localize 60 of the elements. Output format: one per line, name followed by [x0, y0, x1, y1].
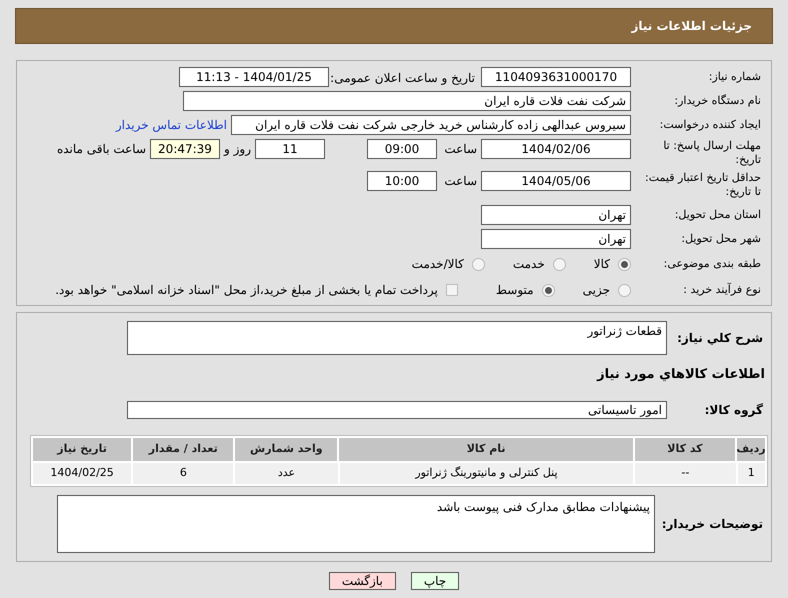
column-header: تعداد / مقدار	[133, 438, 234, 461]
field-label: متوسط	[496, 282, 534, 299]
field-label: کالا/خدمت	[412, 256, 464, 273]
field-label: نام دستگاه خریدار:	[673, 94, 761, 108]
text-field[interactable]: تهران	[481, 205, 631, 225]
back-button[interactable]: بازگشت	[328, 572, 396, 590]
table-cell: عدد	[235, 463, 338, 484]
text-field[interactable]: 1104093631000170	[481, 67, 631, 87]
field-label: ساعت	[443, 141, 477, 158]
checkbox[interactable]	[446, 284, 458, 296]
field-label: شماره نیاز:	[708, 70, 761, 84]
field-label: گروه کالا:	[704, 403, 763, 417]
field-label: روز و	[224, 141, 251, 158]
field-label: کالا	[594, 256, 610, 273]
table-cell: 6	[133, 463, 234, 484]
field-label: حداقل تاریخ اعتبار قیمت: تا تاریخ:	[644, 171, 761, 199]
countdown-field[interactable]: 20:47:39	[150, 139, 220, 159]
field-label: نوع فرآیند خرید :	[682, 283, 761, 297]
column-header: ردیف	[737, 438, 765, 461]
print-button[interactable]: چاپ	[410, 572, 460, 590]
table-cell: 1404/02/25	[32, 463, 132, 484]
field-label: تاریخ و ساعت اعلان عمومی:	[330, 71, 475, 85]
field-label: ساعت	[443, 173, 477, 190]
contact-link[interactable]: اطلاعات تماس خریدار	[116, 116, 227, 134]
field-label: شهر محل تحویل:	[680, 232, 761, 246]
field-label: استان محل تحویل:	[674, 208, 761, 222]
field-label: ایجاد کننده درخواست:	[658, 118, 761, 132]
text-field[interactable]: سیروس عبدالهی زاده کارشناس خرید خارجی شرکت نفت فلات قاره ایران	[231, 115, 631, 135]
column-header: تاریخ نیاز	[33, 438, 132, 461]
field-label: شرح کلي نياز:	[676, 331, 763, 345]
header-title: جزئیات اطلاعات نیاز	[631, 18, 752, 35]
text-field[interactable]: 1404/01/25 - 11:13	[179, 67, 329, 87]
field-label: ساعت باقی مانده	[56, 141, 146, 158]
radio-button[interactable]	[618, 258, 631, 270]
field-label: خدمت	[512, 256, 545, 273]
column-header: کد کالا	[634, 438, 735, 461]
text-field[interactable]: 11	[255, 139, 325, 159]
radio-button[interactable]	[542, 284, 555, 296]
field-label: جزیی	[582, 282, 610, 299]
notes-textarea[interactable]: پیشنهادات مطابق مدارک فنی پیوست باشد	[57, 495, 655, 553]
column-header: نام کالا	[339, 438, 633, 461]
field-label: طبقه بندی موضوعی:	[662, 257, 761, 271]
text-field[interactable]: 10:00	[367, 171, 437, 191]
table-cell: --	[635, 463, 736, 484]
table-cell: 1	[738, 463, 765, 484]
section-title: اطلاعات کالاهاي مورد نياز	[597, 367, 765, 382]
column-header: واحد شمارش	[235, 438, 338, 461]
text-field[interactable]: شرکت نفت فلات قاره ایران	[183, 91, 631, 111]
field-label: مهلت ارسال پاسخ: تا تاریخ:	[662, 139, 761, 167]
text-field[interactable]: 09:00	[367, 139, 437, 159]
goods-group-field[interactable]: امور تاسیساتی	[127, 401, 667, 419]
text-field[interactable]: 1404/05/06	[481, 171, 631, 191]
text-field[interactable]: تهران	[481, 229, 631, 249]
table-cell: پنل کنترلی و مانیتورینگ ژنراتور	[340, 463, 634, 484]
text-field[interactable]: 1404/02/06	[481, 139, 631, 159]
field-label: پرداخت تمام یا بخشی از مبلغ خرید،از محل "اسناد خزانه اسلامی" خواهد بود.	[55, 282, 438, 299]
radio-button[interactable]	[618, 284, 631, 296]
radio-button[interactable]	[472, 258, 485, 270]
description-textarea[interactable]: قطعات ژنراتور	[127, 321, 667, 355]
radio-button[interactable]	[552, 258, 566, 270]
